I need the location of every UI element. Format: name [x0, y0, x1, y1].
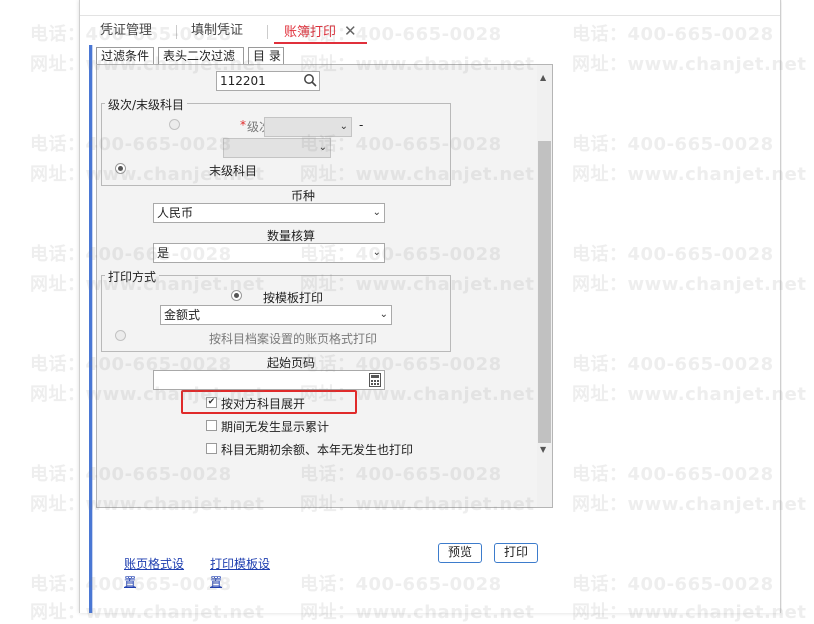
scroll-down-icon[interactable]: ▼ [540, 445, 546, 454]
currency-select[interactable]: 人民币 ⌄ [153, 203, 385, 223]
account-code-value: 112201 [220, 74, 266, 88]
side-accent-line [92, 45, 93, 613]
tab-voucher-management[interactable]: 凭证管理 [100, 18, 152, 44]
close-icon[interactable]: ✕ [344, 22, 357, 40]
level-dash: - [359, 118, 364, 132]
show-cumulative-label: 期间无发生显示累计 [221, 420, 330, 434]
tab-ledger-print[interactable]: 账簿打印 ✕ [274, 18, 367, 44]
calculator-icon[interactable] [369, 373, 381, 392]
scroll-up-icon[interactable]: ▲ [540, 73, 546, 82]
subtab-header-secondary-filter[interactable]: 表头二次过滤 [158, 47, 244, 65]
chevron-down-icon: ⌄ [339, 121, 348, 132]
tab-ledger-print-label: 账簿打印 [284, 25, 337, 40]
print-template-settings-link[interactable]: 打印模板设置 [210, 555, 274, 591]
background-left [0, 0, 79, 613]
archive-format-radio[interactable] [115, 330, 126, 341]
top-border [80, 4, 780, 16]
chevron-down-icon: ⌄ [318, 142, 327, 153]
template-print-label: 按模板打印 [263, 291, 324, 305]
last-level-radio[interactable] [115, 163, 126, 174]
filter-panel: 112201 级次/末级科目 * 级次 ⌄ - ⌄ 末级科目 币种 人民币 ⌄ … [96, 64, 553, 508]
level-group-title: 级次/末级科目 [105, 96, 188, 113]
subtab-catalog[interactable]: 目 录 [248, 47, 284, 65]
vertical-scrollbar[interactable]: ▲ ▼ [537, 65, 552, 507]
scrollbar-thumb[interactable] [538, 141, 551, 443]
currency-value: 人民币 [157, 206, 194, 220]
currency-label: 币种 [291, 189, 316, 203]
last-level-label: 末级科目 [209, 164, 258, 178]
background-right [782, 0, 814, 613]
quantity-select[interactable]: 是 ⌄ [153, 243, 385, 263]
print-mode-title: 打印方式 [105, 268, 160, 285]
template-select[interactable]: 金额式 ⌄ [160, 305, 392, 325]
template-value: 金额式 [164, 308, 201, 322]
quantity-label: 数量核算 [267, 229, 316, 243]
start-page-input[interactable] [153, 370, 385, 390]
tab-separator [267, 25, 268, 39]
show-cumulative-checkbox[interactable] [206, 420, 217, 431]
expand-by-counter-account-checkbox[interactable]: ✔ [206, 397, 217, 408]
tab-bar: 凭证管理 填制凭证 账簿打印 ✕ [80, 18, 780, 44]
print-button[interactable]: 打印 [494, 543, 538, 563]
page-format-settings-link[interactable]: 账页格式设置 [124, 555, 188, 591]
required-mark: * [240, 118, 246, 132]
chevron-down-icon: ⌄ [372, 247, 381, 258]
level-radio[interactable] [169, 119, 180, 130]
print-no-balance-checkbox[interactable] [206, 443, 217, 454]
start-page-label: 起始页码 [267, 356, 316, 370]
tab-fill-voucher[interactable]: 填制凭证 [191, 18, 243, 44]
tab-separator [176, 25, 177, 39]
chevron-down-icon: ⌄ [379, 309, 388, 320]
preview-button[interactable]: 预览 [438, 543, 482, 563]
level-from-select[interactable]: ⌄ [264, 117, 352, 137]
archive-format-label: 按科目档案设置的账页格式打印 [209, 332, 378, 346]
level-to-select[interactable]: ⌄ [223, 138, 331, 158]
search-icon[interactable] [303, 73, 317, 92]
chevron-down-icon: ⌄ [372, 207, 381, 218]
print-no-balance-label: 科目无期初余额、本年无发生也打印 [221, 443, 414, 457]
subtab-filter-conditions[interactable]: 过滤条件 [96, 47, 154, 65]
quantity-value: 是 [157, 246, 170, 260]
account-code-input[interactable]: 112201 [216, 71, 320, 91]
template-print-radio[interactable] [231, 290, 242, 301]
expand-by-counter-account-label: 按对方科目展开 [221, 397, 306, 411]
main-window: 凭证管理 填制凭证 账簿打印 ✕ 过滤条件 表头二次过滤 目 录 112201 级… [79, 0, 781, 613]
